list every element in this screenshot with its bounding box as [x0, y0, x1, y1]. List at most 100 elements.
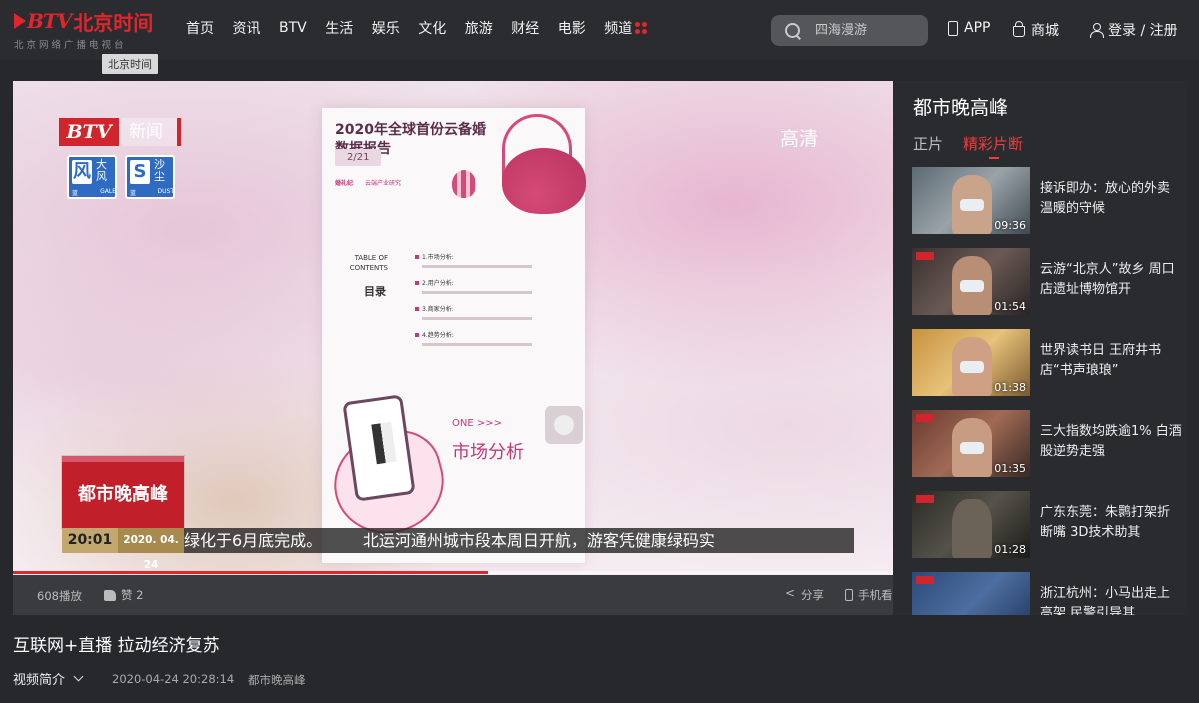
phone-icon: [948, 20, 958, 36]
ticker-date: 2020. 04. 24: [118, 528, 184, 571]
report-slide: 2020年全球首份云备婚数据报告 2/21 婚礼纪 云端产业研究 TABLE O…: [322, 108, 586, 563]
site-header: BTV 北京时间 北京网络广播电视台 北京时间 首页 资讯 BTV 生活 娱乐 …: [0, 0, 1199, 74]
gale-warning-label: 大风: [96, 158, 107, 183]
search-box[interactable]: [771, 15, 928, 46]
list-item[interactable]: 01:38 世界读书日 王府井书店“书声琅琅”: [912, 329, 1182, 396]
hand-phone-illustration: [322, 393, 456, 546]
play-triangle-icon: [14, 13, 26, 29]
floating-assistive-button[interactable]: [545, 406, 583, 444]
video-thumbnail[interactable]: 01:38: [912, 329, 1030, 396]
btv-logo[interactable]: BTV 北京时间 北京网络广播电视台: [14, 8, 174, 54]
playlist-list: 09:36 接诉即办：放心的外卖 温暖的守候 01:54 云游“北京人”故乡 周…: [912, 167, 1182, 615]
globe-illustration: [502, 148, 586, 214]
toc-list: 1.市场分析: 2.用户分析: 3.商家分析: 4.趋势分析:: [415, 252, 565, 356]
search-input[interactable]: [815, 23, 915, 38]
share-icon: [785, 586, 797, 601]
nav-item-entertainment[interactable]: 娱乐: [372, 18, 400, 38]
mobile-label: 手机看: [858, 588, 893, 602]
video-thumbnail[interactable]: 01:54: [912, 248, 1030, 315]
toc-item-label: 1.市场分析:: [415, 252, 565, 261]
channel-bug: BTV 新闻: [59, 118, 181, 146]
user-icon: [1090, 22, 1104, 38]
show-name-box: 都市晚高峰: [62, 456, 184, 528]
toc-item: 3.商家分析:: [415, 304, 565, 320]
logo-name-text: 北京时间: [73, 10, 154, 35]
gale-warning-icon: 风 大风 蓝 GALE: [67, 155, 117, 199]
nav-item-finance[interactable]: 财经: [511, 18, 539, 38]
toc-heading: 目录: [364, 285, 386, 298]
channel-bug-name: 新闻: [119, 118, 181, 146]
gale-warning-level: 蓝: [72, 190, 79, 197]
video-title[interactable]: 世界读书日 王府井书店“书声琅琅”: [1040, 329, 1182, 396]
channel-bug-btv: BTV: [59, 118, 119, 146]
share-button[interactable]: 分享: [785, 586, 824, 603]
nav-item-travel[interactable]: 旅游: [465, 18, 493, 38]
nav-item-channel[interactable]: 频道: [604, 18, 648, 38]
toc-item: 2.用户分析:: [415, 278, 565, 294]
video-title[interactable]: 广东东莞：朱鹮打架折断嘴 3D技术助其: [1040, 491, 1182, 558]
search-icon[interactable]: [785, 22, 801, 39]
nav-item-culture[interactable]: 文化: [418, 18, 446, 38]
dust-warning-label: 沙尘: [154, 158, 165, 183]
shop-link[interactable]: 商城: [1013, 20, 1059, 40]
report-page-number: 2/21: [335, 149, 382, 166]
video-title[interactable]: 三大指数均跌逾1% 白酒股逆势走强: [1040, 410, 1182, 477]
intro-label: 视频简介: [13, 673, 66, 688]
video-player[interactable]: 2020年全球首份云备婚数据报告 2/21 婚礼纪 云端产业研究 TABLE O…: [13, 81, 893, 575]
dust-warning-icon: S 沙尘 蓝 DUST: [125, 155, 175, 199]
list-item[interactable]: 09:36 接诉即办：放心的外卖 温暖的守候: [912, 167, 1182, 234]
video-intro-toggle[interactable]: 视频简介: [13, 669, 84, 688]
progress-bar[interactable]: [13, 571, 893, 574]
news-ticker-text: 绿化于6月底完成。 北运河通州城市段本周日开航，游客凭健康绿码实: [184, 531, 715, 550]
toc-label: TABLE OF CONTENTS: [349, 254, 388, 272]
logo-subtitle: 北京网络广播电视台: [14, 40, 127, 51]
list-item[interactable]: 01:35 三大指数均跌逾1% 白酒股逆势走强: [912, 410, 1182, 477]
nav-item-home[interactable]: 首页: [186, 18, 214, 38]
toc-item: 1.市场分析:: [415, 252, 565, 268]
mobile-phone-icon: [845, 589, 853, 601]
nav-item-movie[interactable]: 电影: [558, 18, 586, 38]
logo-btv-text: BTV: [27, 9, 72, 33]
login-label: 登录 / 注册: [1108, 23, 1178, 39]
report-brand: 婚礼纪: [335, 180, 354, 187]
publish-date: 2020-04-24 20:28:14: [112, 672, 235, 686]
login-link[interactable]: 登录 / 注册: [1090, 20, 1178, 40]
column-link[interactable]: 都市晚高峰: [248, 672, 306, 688]
video-thumbnail[interactable]: 09:36: [912, 167, 1030, 234]
video-thumbnail[interactable]: 01:28: [912, 491, 1030, 558]
dust-warning-en: DUST: [157, 188, 175, 195]
nav-item-news[interactable]: 资讯: [233, 18, 261, 38]
video-title[interactable]: 云游“北京人”故乡 周口店遗址博物馆开: [1040, 248, 1182, 315]
toc-item-label: 2.用户分析:: [415, 278, 565, 287]
grid-dots-icon: [635, 22, 648, 34]
hd-watermark: 高清: [780, 128, 819, 150]
video-title[interactable]: 浙江杭州：小马出走上高架 民警引导其: [1040, 572, 1182, 615]
tab-full-episodes[interactable]: 正片: [913, 133, 943, 154]
hot-air-balloon-icon: [452, 170, 476, 198]
video-duration: 01:54: [994, 300, 1026, 313]
shopping-bag-icon: [1013, 21, 1025, 37]
like-label: 赞 2: [121, 588, 144, 602]
video-title[interactable]: 接诉即办：放心的外卖 温暖的守候: [1040, 167, 1182, 234]
dust-warning-level: 蓝: [130, 190, 137, 197]
list-item[interactable]: 01:28 广东东莞：朱鹮打架折断嘴 3D技术助其: [912, 491, 1182, 558]
toc-item: 4.趋势分析:: [415, 330, 565, 346]
nav-item-life[interactable]: 生活: [325, 18, 353, 38]
video-thumbnail[interactable]: 01:35: [912, 410, 1030, 477]
video-thumbnail[interactable]: [912, 572, 1030, 615]
app-link[interactable]: APP: [948, 20, 990, 36]
nav-item-channel-label: 频道: [604, 21, 633, 37]
list-item[interactable]: 浙江杭州：小马出走上高架 民警引导其: [912, 572, 1182, 615]
nav-item-btv[interactable]: BTV: [279, 18, 307, 38]
watch-on-mobile-button[interactable]: 手机看: [845, 587, 893, 603]
list-item[interactable]: 01:54 云游“北京人”故乡 周口店遗址博物馆开: [912, 248, 1182, 315]
report-brand-secondary: 云端产业研究: [365, 180, 402, 187]
like-button[interactable]: 赞 2: [104, 587, 143, 603]
playlist-panel: 都市晚高峰 正片 精彩片断 09:36 接诉即办：放心的外卖 温暖的守候 01:…: [893, 81, 1187, 615]
app-label: APP: [964, 20, 991, 36]
tab-highlights[interactable]: 精彩片断: [963, 133, 1023, 159]
logo-tooltip: 北京时间: [102, 54, 158, 74]
toc-item-label: 4.趋势分析:: [415, 330, 565, 339]
playlist-tabs: 正片 精彩片断: [913, 133, 1043, 159]
shop-label: 商城: [1031, 23, 1059, 39]
